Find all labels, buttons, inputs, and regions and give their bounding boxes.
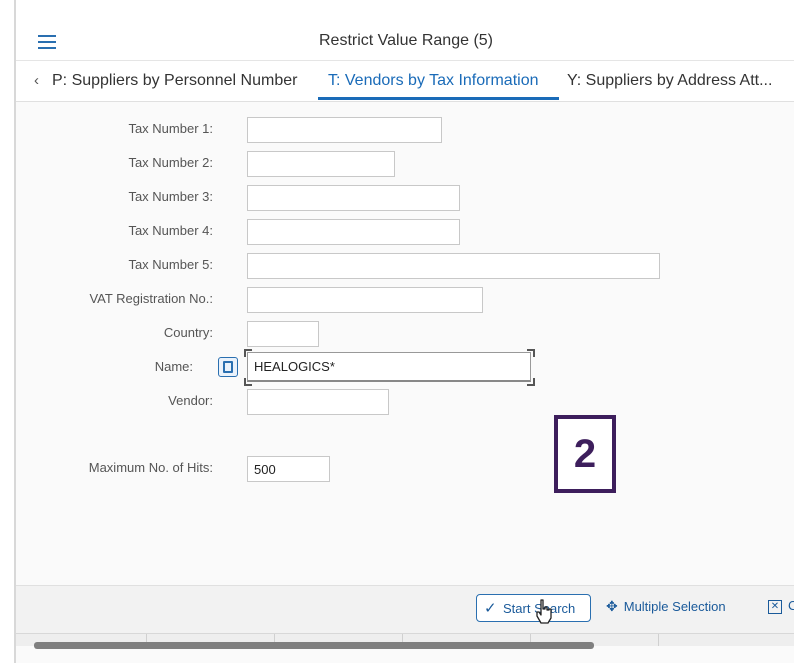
vat-registration-label: VAT Registration No.: bbox=[89, 291, 213, 306]
tax-number-4-field[interactable] bbox=[247, 219, 460, 245]
focus-bracket-top-left bbox=[244, 349, 252, 357]
cancel-icon[interactable]: ✕ bbox=[768, 600, 782, 614]
value-help-icon[interactable] bbox=[218, 357, 238, 377]
focus-bracket-bottom-right bbox=[527, 378, 535, 386]
max-hits-label: Maximum No. of Hits: bbox=[88, 460, 213, 475]
name-field[interactable] bbox=[247, 352, 531, 382]
country-label: Country: bbox=[163, 325, 213, 340]
tab-bar: ‹ P: Suppliers by Personnel Number T: Ve… bbox=[16, 61, 794, 102]
tax-number-2-field[interactable] bbox=[247, 151, 395, 177]
tax-number-5-field[interactable] bbox=[247, 253, 660, 279]
vat-registration-field[interactable] bbox=[247, 287, 483, 313]
dialog-footer: ✓ Start Search ✥ Multiple Selection ✕ C bbox=[16, 585, 794, 634]
dialog-frame: Restrict Value Range (5) ‹ P: Suppliers … bbox=[14, 0, 794, 663]
active-tab-indicator bbox=[318, 97, 559, 100]
multiple-selection-icon: ✥ bbox=[606, 598, 618, 614]
max-hits-field[interactable] bbox=[247, 456, 330, 482]
tax-number-5-label: Tax Number 5: bbox=[128, 257, 213, 272]
multiple-selection-label: Multiple Selection bbox=[623, 599, 726, 614]
country-field[interactable] bbox=[247, 321, 319, 347]
focus-bracket-bottom-left bbox=[244, 378, 252, 386]
tax-number-4-label: Tax Number 4: bbox=[128, 223, 213, 238]
step-annotation-badge: 2 bbox=[554, 415, 616, 493]
horizontal-scrollbar[interactable] bbox=[34, 642, 594, 649]
tab-vendors-by-tax-information[interactable]: T: Vendors by Tax Information bbox=[328, 72, 538, 90]
hand-cursor-icon bbox=[536, 599, 552, 624]
tax-number-1-field[interactable] bbox=[247, 117, 442, 143]
vendor-field[interactable] bbox=[247, 389, 389, 415]
checkmark-icon: ✓ bbox=[484, 600, 497, 617]
tax-number-1-label: Tax Number 1: bbox=[128, 121, 213, 136]
multiple-selection-button[interactable]: ✥ Multiple Selection bbox=[606, 598, 726, 615]
tab-suppliers-by-personnel-number[interactable]: P: Suppliers by Personnel Number bbox=[52, 72, 297, 90]
vendor-label: Vendor: bbox=[168, 393, 213, 408]
cancel-button-label[interactable]: C bbox=[788, 598, 794, 613]
tax-number-3-field[interactable] bbox=[247, 185, 460, 211]
focus-bracket-top-right bbox=[527, 349, 535, 357]
tax-number-3-label: Tax Number 3: bbox=[128, 189, 213, 204]
tab-suppliers-by-address[interactable]: Y: Suppliers by Address Att... bbox=[567, 72, 772, 90]
name-label: Name: bbox=[154, 359, 193, 374]
dialog-title: Restrict Value Range (5) bbox=[319, 32, 493, 49]
tax-number-2-label: Tax Number 2: bbox=[128, 155, 213, 170]
dialog-header: Restrict Value Range (5) bbox=[16, 0, 794, 61]
tab-scroll-left-icon[interactable]: ‹ bbox=[34, 72, 39, 89]
